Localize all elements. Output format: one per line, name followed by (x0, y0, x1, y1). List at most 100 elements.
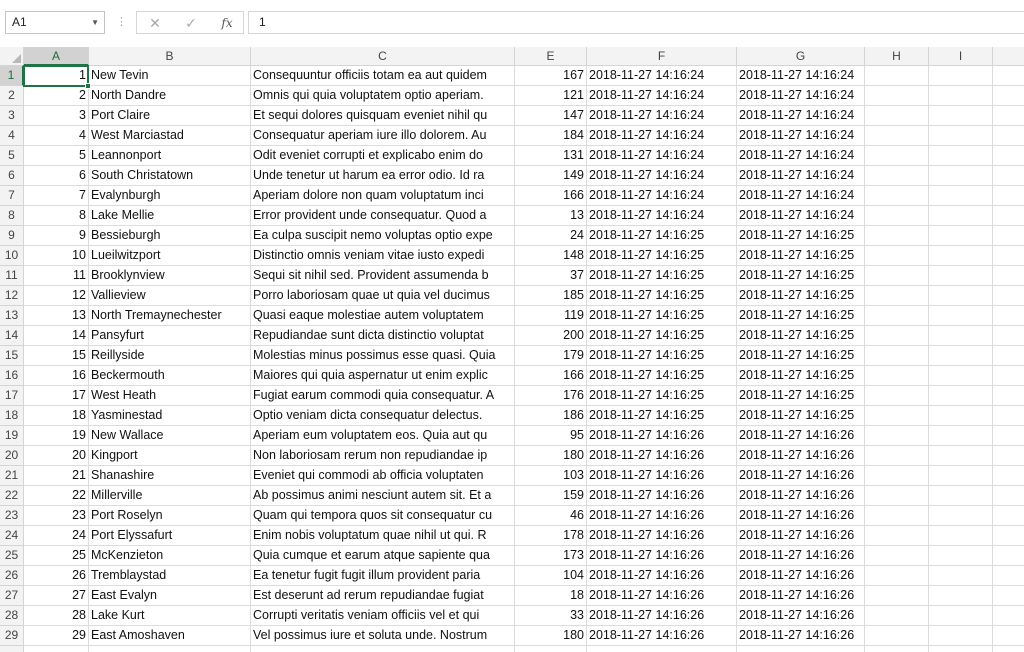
cell-j[interactable] (993, 86, 1024, 106)
cell-f[interactable]: 2018-11-27 14:16:26 (587, 526, 737, 546)
cell-i[interactable] (929, 306, 993, 326)
cell-a[interactable]: 13 (24, 306, 89, 326)
cell-h[interactable] (865, 606, 929, 626)
cell-i[interactable] (929, 106, 993, 126)
cell-j[interactable] (993, 506, 1024, 526)
cell-e[interactable]: 147 (515, 106, 587, 126)
cell-f[interactable]: 2018-11-27 14:16:25 (587, 306, 737, 326)
cell-h[interactable] (865, 66, 929, 86)
row-header[interactable]: 10 (0, 246, 24, 266)
column-header[interactable] (993, 47, 1024, 66)
cell-c[interactable]: Optio veniam dicta consequatur delectus. (251, 406, 515, 426)
cell-e[interactable]: 173 (515, 546, 587, 566)
cell-a[interactable]: 17 (24, 386, 89, 406)
cell-e[interactable]: 185 (515, 286, 587, 306)
cell-c[interactable]: Error provident unde consequatur. Quod a (251, 206, 515, 226)
cell-h[interactable] (865, 646, 929, 652)
cell-h[interactable] (865, 166, 929, 186)
cell-f[interactable]: 2018-11-27 14:16:26 (587, 466, 737, 486)
row-header[interactable]: 3 (0, 106, 24, 126)
column-header[interactable]: C (251, 47, 515, 66)
row-header[interactable]: 6 (0, 166, 24, 186)
cell-c[interactable]: Sequi sit nihil sed. Provident assumenda… (251, 266, 515, 286)
cell-j[interactable] (993, 246, 1024, 266)
cell-c[interactable]: Molestias minus possimus esse quasi. Qui… (251, 346, 515, 366)
cell-f[interactable]: 2018-11-27 14:16:24 (587, 106, 737, 126)
cell-f[interactable]: 2018-11-27 14:16:26 (587, 586, 737, 606)
cell-j[interactable] (993, 526, 1024, 546)
sheet-grid[interactable]: A B C E F G H I 1 1 New Tevin Consequuntur officiis… (0, 47, 1024, 652)
cell-a[interactable]: 18 (24, 406, 89, 426)
cell-j[interactable] (993, 366, 1024, 386)
cell-b[interactable]: Shanashire (89, 466, 251, 486)
cell-f[interactable]: 2018-11-27 14:16:24 (587, 146, 737, 166)
cell-b[interactable]: Evalynburgh (89, 186, 251, 206)
cell-b[interactable]: East Amoshaven (89, 626, 251, 646)
cell-f[interactable]: 2018-11-27 14:16:24 (587, 126, 737, 146)
cell-a[interactable]: 4 (24, 126, 89, 146)
cell-e[interactable]: 103 (515, 466, 587, 486)
cell-c[interactable]: Consequatur aperiam iure illo dolorem. A… (251, 126, 515, 146)
column-header[interactable]: E (515, 47, 587, 66)
cell-a[interactable]: 27 (24, 586, 89, 606)
cell-b[interactable]: New Wallace (89, 426, 251, 446)
cell-c[interactable]: Odit eveniet corrupti et explicabo enim … (251, 146, 515, 166)
column-header[interactable]: B (89, 47, 251, 66)
cell-i[interactable] (929, 326, 993, 346)
cell-b[interactable]: Tremblaystad (89, 566, 251, 586)
cell-g[interactable]: 2018-11-27 14:16:25 (737, 346, 865, 366)
cell-e[interactable]: 18 (515, 586, 587, 606)
cell-a[interactable]: 29 (24, 626, 89, 646)
cell-f[interactable]: 2018-11-27 14:16:25 (587, 226, 737, 246)
cell-b[interactable]: South Christatown (89, 166, 251, 186)
cell-e[interactable]: 186 (515, 406, 587, 426)
cell-j[interactable] (993, 606, 1024, 626)
row-header[interactable]: 14 (0, 326, 24, 346)
cell-j[interactable] (993, 626, 1024, 646)
cell-a[interactable]: 7 (24, 186, 89, 206)
cell-b[interactable]: Lake Kurt (89, 606, 251, 626)
cell-g[interactable]: 2018-11-27 14:16:26 (737, 446, 865, 466)
row-header[interactable]: 21 (0, 466, 24, 486)
cell-b[interactable]: Lueilwitzport (89, 246, 251, 266)
cell-e[interactable]: 166 (515, 366, 587, 386)
cell-a[interactable]: 5 (24, 146, 89, 166)
cell-f[interactable]: 2018-11-27 14:16:24 (587, 186, 737, 206)
chevron-down-icon[interactable]: ▼ (91, 12, 99, 33)
cell-h[interactable] (865, 546, 929, 566)
cell-h[interactable] (865, 426, 929, 446)
row-header[interactable]: 11 (0, 266, 24, 286)
cell-c[interactable]: Aperiam eum voluptatem eos. Quia aut qu (251, 426, 515, 446)
cell-g[interactable]: 2018-11-27 14:16:25 (737, 386, 865, 406)
row-header[interactable]: 23 (0, 506, 24, 526)
cell-g[interactable] (737, 646, 865, 652)
row-header[interactable]: 2 (0, 86, 24, 106)
cell-b[interactable]: North Dandre (89, 86, 251, 106)
cell-b[interactable]: East Evalyn (89, 586, 251, 606)
cell-h[interactable] (865, 306, 929, 326)
cell-j[interactable] (993, 646, 1024, 652)
cell-j[interactable] (993, 106, 1024, 126)
cell-h[interactable] (865, 626, 929, 646)
cell-i[interactable] (929, 126, 993, 146)
cell-i[interactable] (929, 386, 993, 406)
cell-c[interactable]: Ea culpa suscipit nemo voluptas optio ex… (251, 226, 515, 246)
cell-h[interactable] (865, 526, 929, 546)
cell-c[interactable]: Et sequi dolores quisquam eveniet nihil … (251, 106, 515, 126)
cell-f[interactable]: 2018-11-27 14:16:25 (587, 346, 737, 366)
cell-a[interactable]: 15 (24, 346, 89, 366)
row-header[interactable] (0, 646, 24, 652)
cell-a[interactable]: 8 (24, 206, 89, 226)
cell-c[interactable]: Quam qui tempora quos sit consequatur cu (251, 506, 515, 526)
cell-f[interactable]: 2018-11-27 14:16:25 (587, 266, 737, 286)
cell-i[interactable] (929, 406, 993, 426)
cell-f[interactable]: 2018-11-27 14:16:25 (587, 286, 737, 306)
cell-c[interactable]: Enim nobis voluptatum quae nihil ut qui.… (251, 526, 515, 546)
cell-g[interactable]: 2018-11-27 14:16:26 (737, 566, 865, 586)
cell-a[interactable]: 11 (24, 266, 89, 286)
cell-b[interactable]: McKenzieton (89, 546, 251, 566)
cell-g[interactable]: 2018-11-27 14:16:24 (737, 126, 865, 146)
cell-c[interactable]: Omnis qui quia voluptatem optio aperiam. (251, 86, 515, 106)
row-header[interactable]: 16 (0, 366, 24, 386)
cell-c[interactable]: Distinctio omnis veniam vitae iusto expe… (251, 246, 515, 266)
